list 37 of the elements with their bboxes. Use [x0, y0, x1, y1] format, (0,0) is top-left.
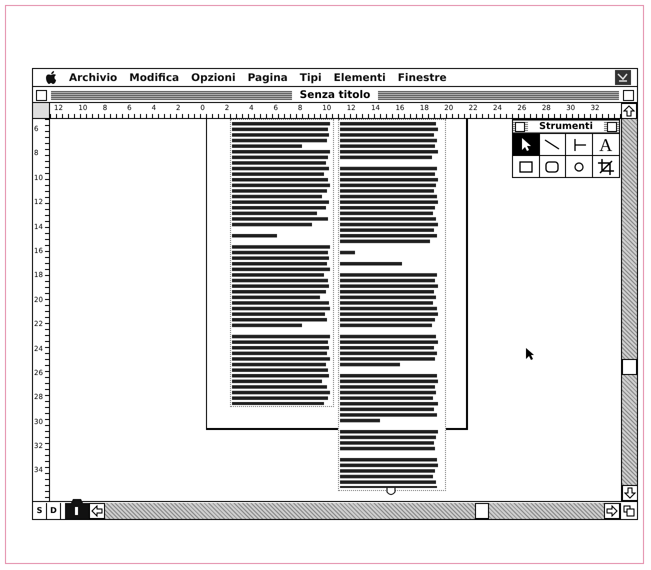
crop-icon: [596, 158, 615, 176]
tool-button[interactable]: A: [592, 134, 619, 156]
menu-item[interactable]: Modifica: [129, 72, 180, 84]
window-title: Senza titolo: [298, 89, 372, 101]
menu-item[interactable]: Tipi: [300, 72, 322, 84]
scroll-up-button[interactable]: [621, 103, 637, 119]
tool-button[interactable]: [540, 156, 566, 177]
scroll-down-button[interactable]: [622, 485, 638, 501]
tool-button[interactable]: [513, 134, 540, 156]
down-arrow-icon: [624, 487, 636, 499]
application-icon: [615, 70, 631, 85]
left-arrow-icon: [91, 504, 103, 516]
zoom-box[interactable]: [623, 90, 634, 100]
resize-box[interactable]: [620, 502, 637, 518]
page-button[interactable]: S: [33, 502, 47, 518]
menu-item[interactable]: Finestre: [398, 72, 447, 84]
close-box[interactable]: [515, 122, 525, 132]
menu-item[interactable]: Elementi: [334, 72, 386, 84]
vertical-scrollbar[interactable]: [621, 119, 637, 501]
scroll-thumb[interactable]: [622, 359, 637, 375]
zoom-box[interactable]: [607, 122, 617, 132]
menu-item[interactable]: Pagina: [248, 72, 288, 84]
apple-icon: [45, 71, 57, 84]
scroll-right-button[interactable]: [604, 502, 620, 518]
tool-button[interactable]: [540, 134, 566, 156]
right-arrow-icon: [606, 504, 618, 516]
tool-button[interactable]: [566, 134, 592, 156]
scroll-thumb[interactable]: [475, 502, 489, 518]
scroll-left-button[interactable]: [89, 502, 105, 518]
close-box[interactable]: [36, 90, 47, 100]
page-button[interactable]: D: [47, 502, 61, 518]
palette-title: Strumenti: [528, 121, 604, 132]
up-arrow-icon: [623, 105, 635, 117]
pointer-icon: [525, 347, 535, 361]
horizontal-scrollbar[interactable]: [105, 502, 604, 518]
menu-item[interactable]: Opzioni: [191, 72, 236, 84]
menu-item[interactable]: Archivio: [69, 72, 118, 84]
